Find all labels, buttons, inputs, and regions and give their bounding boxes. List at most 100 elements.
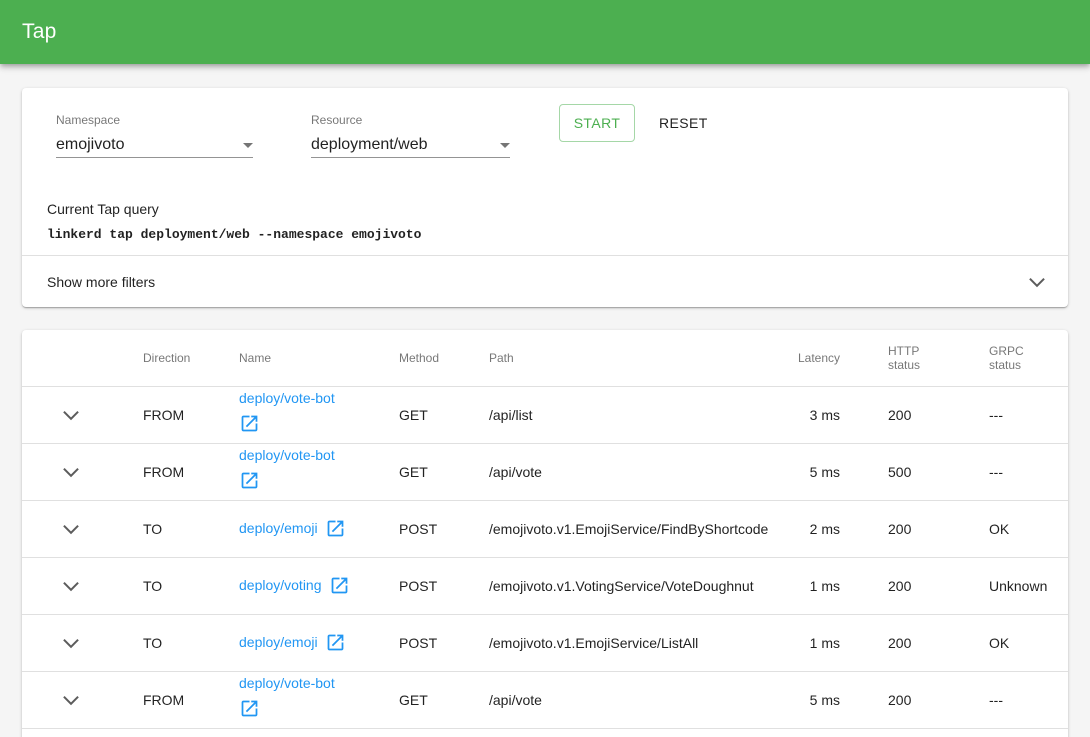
open-in-new-icon[interactable] <box>325 632 346 653</box>
dropdown-arrow-icon <box>236 133 260 157</box>
http-status-cell: 200 <box>864 671 965 728</box>
table-row: FROM deploy/vote-bot GET /api/vote 5 ms … <box>22 443 1068 500</box>
latency-cell: 5 ms <box>754 671 864 728</box>
chevron-down-icon[interactable] <box>1025 270 1049 294</box>
path-cell: /emojivoto.v1.VotingService/VoteDoughnut <box>465 557 754 614</box>
open-in-new-icon[interactable] <box>325 518 346 539</box>
table-header: Direction Name Method Path Latency HTTP … <box>22 330 1068 386</box>
open-in-new-icon[interactable] <box>239 698 260 719</box>
http-status-cell: 200 <box>864 557 965 614</box>
path-cell: /api/list <box>465 386 754 443</box>
http-status-cell: 500 <box>864 443 965 500</box>
direction-cell: TO <box>119 614 215 671</box>
grpc-status-cell: Unknown <box>965 557 1068 614</box>
method-cell: POST <box>375 614 465 671</box>
col-path: Path <box>465 330 754 386</box>
table-row: FROM deploy/vote-bot GET /api/vote 5 ms … <box>22 671 1068 728</box>
open-in-new-icon[interactable] <box>239 413 260 434</box>
expand-row-button[interactable] <box>59 688 83 712</box>
latency-cell: 1 ms <box>754 614 864 671</box>
start-button[interactable]: START <box>559 104 635 142</box>
main-content: Namespace emojivoto Resource deployment/… <box>0 88 1090 737</box>
method-cell: POST <box>375 557 465 614</box>
path-cell: /emojivoto.v1.EmojiService/FindByShortco… <box>465 500 754 557</box>
expand-row-button[interactable] <box>59 631 83 655</box>
name-cell: deploy/emoji <box>215 500 375 557</box>
grpc-status-cell: --- <box>965 671 1068 728</box>
tap-results-table: Direction Name Method Path Latency HTTP … <box>22 330 1068 729</box>
expand-row-button[interactable] <box>59 517 83 541</box>
name-cell: deploy/vote-bot <box>215 386 375 443</box>
col-latency: Latency <box>754 330 864 386</box>
resource-link[interactable]: deploy/vote-bot <box>239 675 335 692</box>
query-label: Current Tap query <box>47 201 1044 217</box>
open-in-new-icon[interactable] <box>239 470 260 491</box>
http-status-cell: 200 <box>864 386 965 443</box>
http-status-cell: 200 <box>864 500 965 557</box>
http-status-cell: 200 <box>864 614 965 671</box>
name-cell: deploy/vote-bot <box>215 671 375 728</box>
namespace-value: emojivoto <box>56 135 253 154</box>
col-http-status: HTTP status <box>864 330 965 386</box>
resource-link[interactable]: deploy/voting <box>239 577 322 594</box>
grpc-status-cell: OK <box>965 614 1068 671</box>
show-more-filters[interactable]: Show more filters <box>22 256 1068 307</box>
resource-select[interactable]: Resource deployment/web <box>311 104 510 158</box>
expand-cell <box>22 500 119 557</box>
method-cell: GET <box>375 671 465 728</box>
direction-cell: FROM <box>119 443 215 500</box>
grpc-status-cell: --- <box>965 443 1068 500</box>
path-cell: /emojivoto.v1.EmojiService/ListAll <box>465 614 754 671</box>
expand-row-button[interactable] <box>59 403 83 427</box>
expand-row-button[interactable] <box>59 460 83 484</box>
expand-cell <box>22 443 119 500</box>
col-direction: Direction <box>119 330 215 386</box>
resource-link[interactable]: deploy/emoji <box>239 520 318 537</box>
expand-column-header <box>22 330 119 386</box>
grpc-status-cell: OK <box>965 500 1068 557</box>
direction-cell: FROM <box>119 386 215 443</box>
name-cell: deploy/emoji <box>215 614 375 671</box>
namespace-label: Namespace <box>56 104 253 127</box>
direction-cell: FROM <box>119 671 215 728</box>
table-row: FROM deploy/vote-bot GET /api/list 3 ms … <box>22 386 1068 443</box>
resource-link[interactable]: deploy/emoji <box>239 634 318 651</box>
namespace-select-control[interactable]: emojivoto <box>56 135 253 158</box>
query-text: linkerd tap deployment/web --namespace e… <box>47 227 1044 242</box>
latency-cell: 2 ms <box>754 500 864 557</box>
latency-cell: 3 ms <box>754 386 864 443</box>
reset-button[interactable]: RESET <box>651 107 716 139</box>
show-more-label: Show more filters <box>47 274 155 290</box>
col-name: Name <box>215 330 375 386</box>
resource-link[interactable]: deploy/vote-bot <box>239 390 335 407</box>
resource-link[interactable]: deploy/vote-bot <box>239 447 335 464</box>
method-cell: GET <box>375 443 465 500</box>
direction-cell: TO <box>119 557 215 614</box>
name-cell: deploy/voting <box>215 557 375 614</box>
query-section: Current Tap query linkerd tap deployment… <box>22 158 1068 242</box>
resource-select-control[interactable]: deployment/web <box>311 135 510 158</box>
expand-cell <box>22 614 119 671</box>
table-body: FROM deploy/vote-bot GET /api/list 3 ms … <box>22 386 1068 728</box>
open-in-new-icon[interactable] <box>329 575 350 596</box>
tap-results-card: Direction Name Method Path Latency HTTP … <box>22 330 1068 737</box>
grpc-status-cell: --- <box>965 386 1068 443</box>
filter-selects-row: Namespace emojivoto Resource deployment/… <box>22 88 1068 158</box>
namespace-select[interactable]: Namespace emojivoto <box>56 104 253 158</box>
expand-row-button[interactable] <box>59 574 83 598</box>
dropdown-arrow-icon <box>493 133 517 157</box>
direction-cell: TO <box>119 500 215 557</box>
col-grpc-status: GRPC status <box>965 330 1068 386</box>
table-row: TO deploy/voting POST /emojivoto.v1.Voti… <box>22 557 1068 614</box>
method-cell: POST <box>375 500 465 557</box>
name-cell: deploy/vote-bot <box>215 443 375 500</box>
expand-cell <box>22 671 119 728</box>
table-row: TO deploy/emoji POST /emojivoto.v1.Emoji… <box>22 500 1068 557</box>
page-title: Tap <box>22 20 56 44</box>
resource-value: deployment/web <box>311 135 510 154</box>
tap-filter-card: Namespace emojivoto Resource deployment/… <box>22 88 1068 307</box>
method-cell: GET <box>375 386 465 443</box>
expand-cell <box>22 557 119 614</box>
col-method: Method <box>375 330 465 386</box>
filter-buttons: START RESET <box>559 104 716 142</box>
